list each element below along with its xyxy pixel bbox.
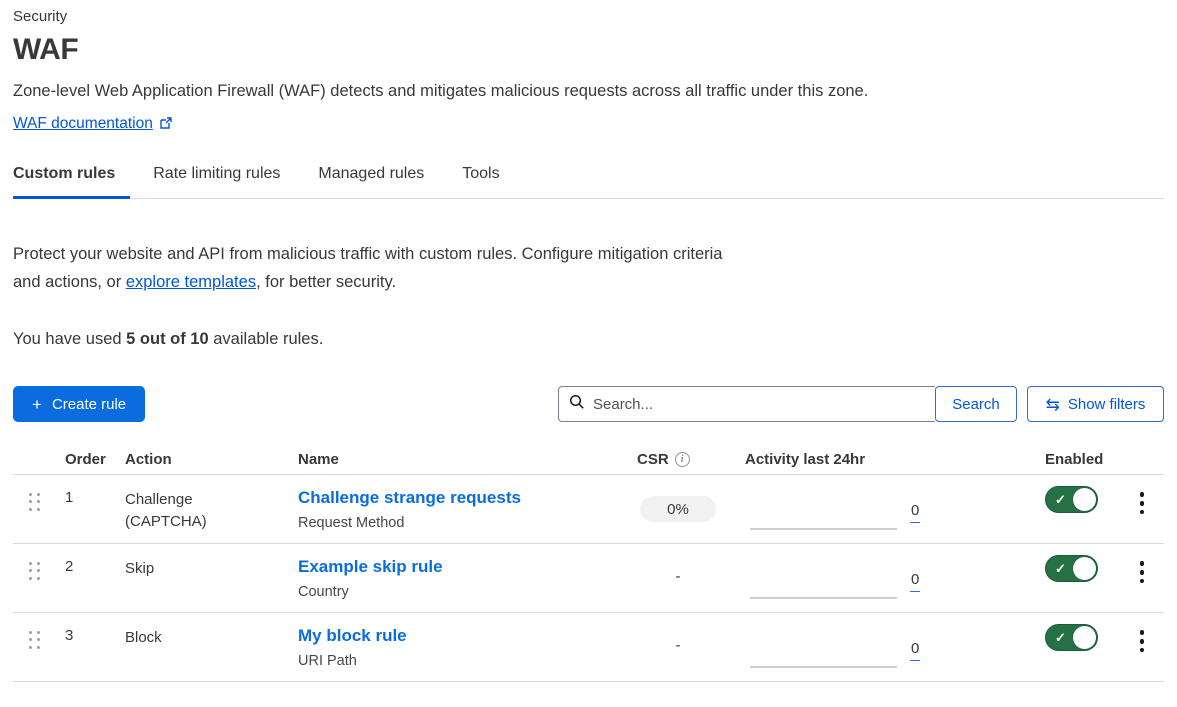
- drag-handle-icon[interactable]: [29, 493, 40, 511]
- csr-value: -: [640, 637, 716, 654]
- drag-handle-icon[interactable]: [29, 631, 40, 649]
- header-enabled: Enabled: [1045, 451, 1120, 468]
- explore-templates-link[interactable]: explore templates: [126, 273, 256, 291]
- rule-name-link[interactable]: Example skip rule: [298, 557, 637, 577]
- rule-name-link[interactable]: My block rule: [298, 626, 637, 646]
- waf-documentation-link[interactable]: WAF documentation: [13, 115, 153, 132]
- activity-sparkline: [750, 666, 897, 668]
- show-filters-button[interactable]: ⇆ Show filters: [1027, 386, 1164, 422]
- intro-text: Protect your website and API from malici…: [13, 240, 751, 296]
- csr-value-badge: 0%: [640, 496, 716, 522]
- row-menu-icon[interactable]: [1134, 488, 1151, 543]
- activity-sparkline: [750, 597, 897, 599]
- breadcrumb: Security: [13, 8, 1164, 25]
- tab-tools[interactable]: Tools: [462, 165, 499, 198]
- header-activity: Activity last 24hr: [745, 451, 1045, 468]
- row-menu-icon[interactable]: [1134, 626, 1151, 681]
- rule-order: 2: [65, 544, 125, 612]
- plus-icon: +: [32, 396, 42, 413]
- check-icon: ✓: [1055, 561, 1066, 577]
- csr-info-icon[interactable]: i: [675, 452, 690, 467]
- table-row: 2 Skip Example skip rule Country - 0 ✓: [13, 544, 1164, 613]
- page-title: WAF: [13, 33, 1164, 67]
- enabled-toggle[interactable]: ✓: [1045, 624, 1098, 651]
- tab-bar: Custom rules Rate limiting rules Managed…: [13, 165, 1164, 199]
- rules-table: Order Action Name CSR i Activity last 24h…: [13, 444, 1164, 682]
- tab-managed-rules[interactable]: Managed rules: [318, 165, 424, 198]
- search-icon: [569, 394, 585, 415]
- activity-sparkline: [750, 528, 897, 530]
- csr-value: -: [640, 568, 716, 585]
- show-filters-label: Show filters: [1068, 396, 1146, 413]
- activity-count-link[interactable]: 0: [910, 640, 920, 661]
- rule-action: Block: [125, 613, 298, 681]
- search-box: [558, 386, 935, 422]
- external-link-icon: [159, 116, 173, 135]
- header-name: Name: [298, 451, 637, 468]
- header-action: Action: [125, 451, 298, 468]
- toolbar: + Create rule Search ⇆ Show filters: [13, 386, 1164, 422]
- enabled-toggle[interactable]: ✓: [1045, 555, 1098, 582]
- activity-count-link[interactable]: 0: [910, 571, 920, 592]
- intro-text-after: , for better security.: [256, 273, 396, 291]
- check-icon: ✓: [1055, 630, 1066, 646]
- activity-count-link[interactable]: 0: [910, 502, 920, 523]
- table-row: 3 Block My block rule URI Path - 0 ✓: [13, 613, 1164, 682]
- table-row: 1 Challenge (CAPTCHA) Challenge strange …: [13, 475, 1164, 544]
- usage-count: 5 out of 10: [126, 330, 209, 348]
- rule-order: 1: [65, 475, 125, 543]
- rule-field: URI Path: [298, 653, 637, 669]
- rule-action: Skip: [125, 544, 298, 612]
- rule-field: Country: [298, 584, 637, 600]
- toggle-knob: [1073, 557, 1096, 580]
- header-csr: CSR: [637, 451, 669, 468]
- create-rule-label: Create rule: [52, 396, 126, 413]
- tab-custom-rules[interactable]: Custom rules: [13, 165, 130, 199]
- rule-order: 3: [65, 613, 125, 681]
- drag-handle-icon[interactable]: [29, 562, 40, 580]
- table-header: Order Action Name CSR i Activity last 24h…: [13, 444, 1164, 475]
- rule-action: Challenge (CAPTCHA): [125, 475, 298, 543]
- search-input[interactable]: [593, 396, 925, 413]
- toggle-knob: [1073, 626, 1096, 649]
- usage-prefix: You have used: [13, 330, 126, 348]
- create-rule-button[interactable]: + Create rule: [13, 386, 145, 422]
- enabled-toggle[interactable]: ✓: [1045, 486, 1098, 513]
- usage-suffix: available rules.: [209, 330, 324, 348]
- page-description: Zone-level Web Application Firewall (WAF…: [13, 82, 1164, 101]
- check-icon: ✓: [1055, 492, 1066, 508]
- waf-page: Security WAF Zone-level Web Application …: [0, 0, 1177, 682]
- row-menu-icon[interactable]: [1134, 557, 1151, 612]
- header-order: Order: [65, 451, 125, 468]
- rule-field: Request Method: [298, 515, 637, 531]
- usage-text: You have used 5 out of 10 available rule…: [13, 330, 1164, 349]
- search-button[interactable]: Search: [935, 386, 1017, 422]
- filters-swap-icon: ⇆: [1046, 396, 1060, 413]
- rule-name-link[interactable]: Challenge strange requests: [298, 488, 637, 508]
- toggle-knob: [1073, 488, 1096, 511]
- tab-rate-limiting-rules[interactable]: Rate limiting rules: [153, 165, 280, 198]
